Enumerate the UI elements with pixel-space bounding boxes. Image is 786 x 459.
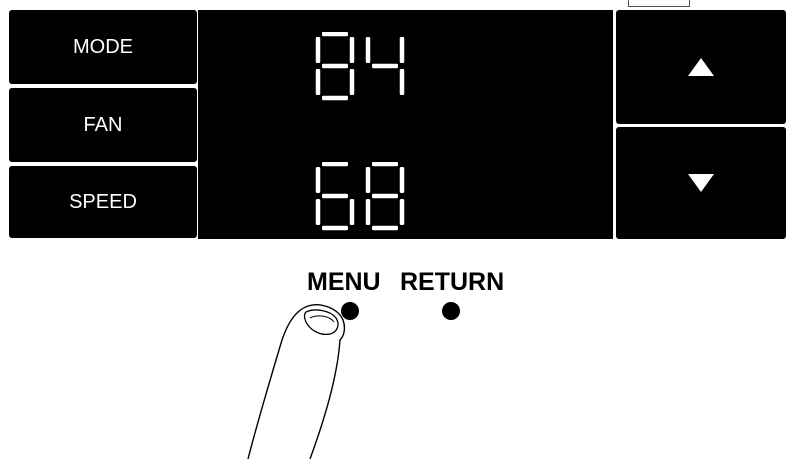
lcd-display bbox=[198, 10, 613, 239]
segment-g bbox=[372, 193, 398, 199]
segment-b bbox=[399, 37, 405, 63]
segment-c bbox=[349, 199, 355, 225]
segment-g bbox=[322, 63, 348, 69]
temperature-readout-bottom bbox=[315, 162, 405, 231]
segment-e bbox=[365, 199, 371, 225]
segment-c bbox=[399, 199, 405, 225]
speed-button[interactable]: SPEED bbox=[9, 166, 197, 238]
segment-d bbox=[322, 225, 348, 231]
segment-d bbox=[372, 225, 398, 231]
segment-b bbox=[399, 167, 405, 193]
return-button[interactable] bbox=[442, 302, 460, 320]
segment-b bbox=[349, 37, 355, 63]
mode-button[interactable]: MODE bbox=[9, 10, 197, 84]
menu-label: MENU bbox=[307, 268, 381, 296]
up-arrow-button[interactable] bbox=[616, 10, 786, 124]
segment-c bbox=[399, 69, 405, 95]
down-arrow-button[interactable] bbox=[616, 127, 786, 239]
segment-e bbox=[315, 199, 321, 225]
segment-e bbox=[315, 69, 321, 95]
corner-tab bbox=[628, 0, 690, 7]
segment-d bbox=[322, 95, 348, 101]
triangle-up-icon bbox=[688, 58, 714, 76]
segment-c bbox=[349, 69, 355, 95]
mode-button-label: MODE bbox=[73, 35, 133, 58]
fan-button[interactable]: FAN bbox=[9, 88, 197, 162]
segment-f bbox=[315, 167, 321, 193]
segment-g bbox=[322, 193, 348, 199]
return-label: RETURN bbox=[400, 268, 505, 296]
segment-f bbox=[315, 37, 321, 63]
segment-f bbox=[365, 37, 371, 63]
speed-button-label: SPEED bbox=[69, 190, 137, 213]
segment-g bbox=[372, 63, 398, 69]
segment-f bbox=[365, 167, 371, 193]
pointing-finger-icon bbox=[247, 304, 346, 459]
segment-a bbox=[322, 162, 348, 167]
triangle-down-icon bbox=[688, 174, 714, 192]
temperature-readout-top bbox=[315, 32, 405, 101]
segment-a bbox=[322, 32, 348, 37]
fan-button-label: FAN bbox=[83, 113, 123, 136]
segment-a bbox=[372, 162, 398, 167]
